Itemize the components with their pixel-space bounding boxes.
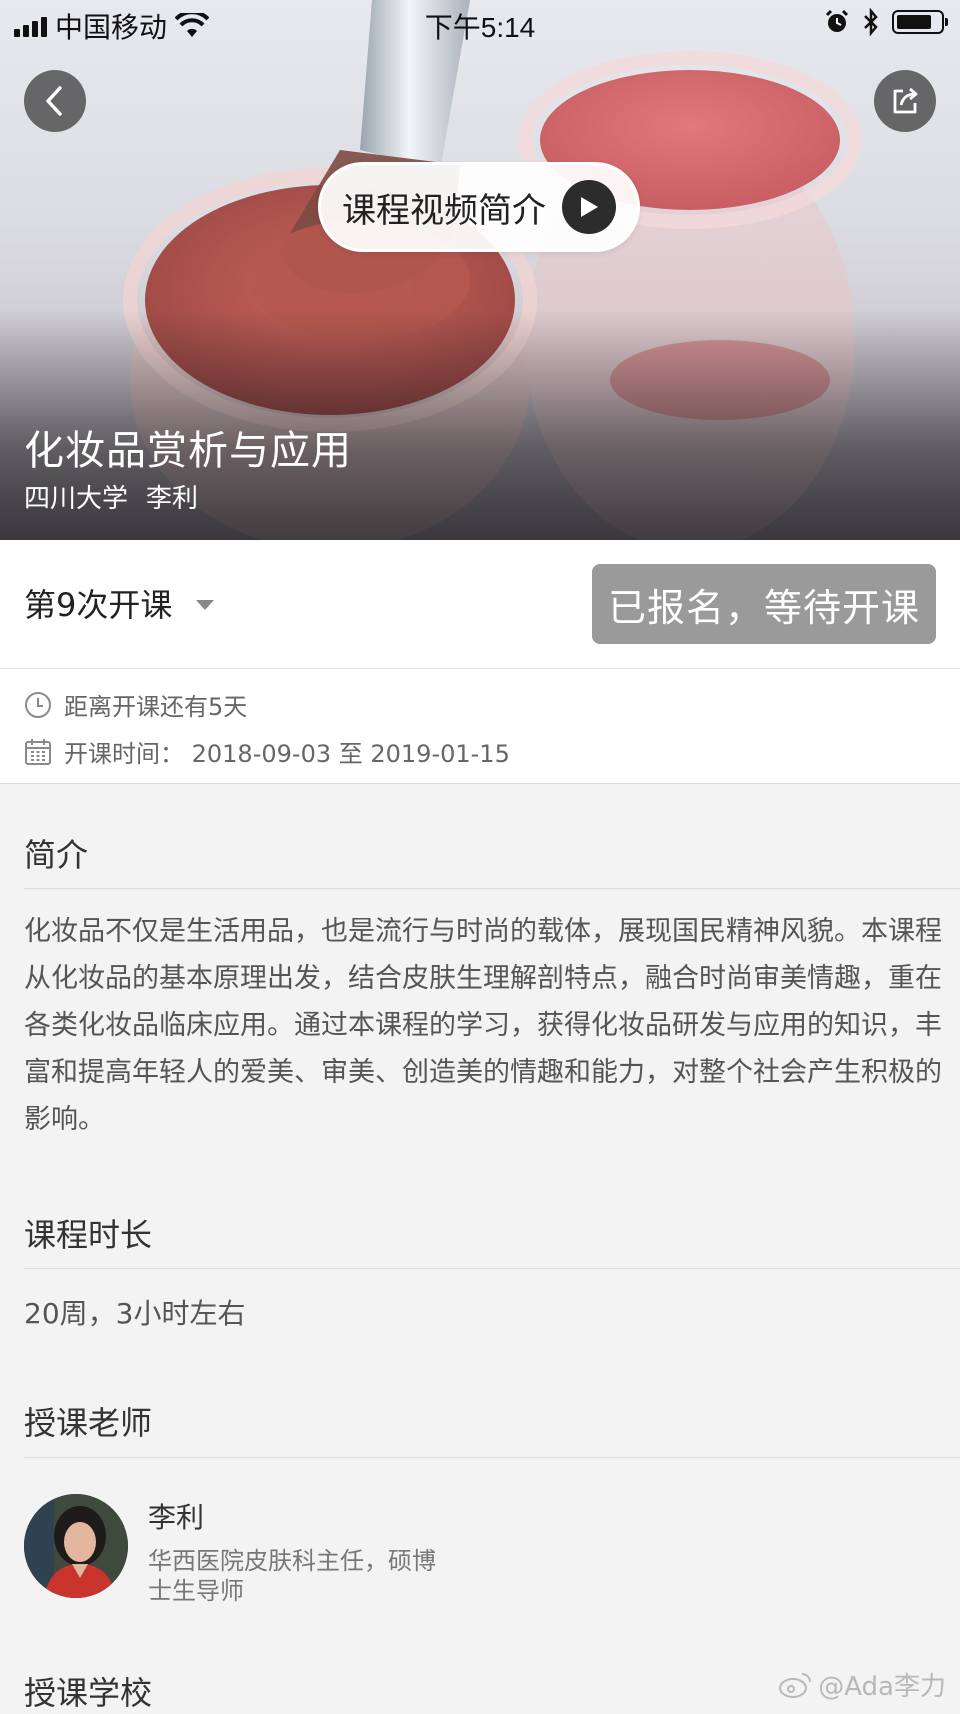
duration-value: 20周，3小时左右 (24, 1297, 246, 1330)
countdown-text: 距离开课还有5天 (64, 693, 248, 721)
calendar-icon (25, 738, 51, 765)
course-hero-banner: 中国移动 下午5:14 课程视频简介 化妆品赏析与应用 四川大学 李利 (0, 0, 960, 540)
enrollment-status-button[interactable]: 已报名，等待开课 (592, 564, 936, 644)
status-bar: 中国移动 下午5:14 (0, 0, 960, 48)
play-icon (562, 180, 616, 234)
alarm-icon (825, 9, 849, 32)
instructor-description-line: 华西医院皮肤科主任，硕博 (148, 1547, 436, 1575)
chevron-left-icon (46, 86, 62, 116)
schedule-row: 开课时间： 2018-09-03 至 2019-01-15 (24, 734, 510, 769)
instructor-name: 李利 (148, 1501, 205, 1534)
course-title: 化妆品赏析与应用 (24, 428, 352, 474)
instructor-description-line: 士生导师 (148, 1577, 244, 1605)
back-button[interactable] (24, 70, 86, 132)
session-dates: 距离开课还有5天 开课时间： 2018-09-03 至 2019-01-15 (0, 669, 960, 784)
clock: 下午5:14 (424, 12, 536, 43)
video-intro-label: 课程视频简介 (342, 190, 546, 231)
teacher-name: 李利 (146, 484, 199, 514)
divider (24, 888, 960, 889)
course-meta: 四川大学 李利 (24, 478, 198, 515)
school-heading: 授课学校 (24, 1674, 153, 1712)
clock-icon (25, 691, 51, 718)
weibo-icon (779, 1672, 812, 1698)
share-icon (893, 87, 918, 114)
battery-icon (892, 10, 948, 34)
avatar (24, 1494, 128, 1598)
intro-heading: 简介 (24, 836, 89, 874)
instructor-description: 华西医院皮肤科主任，硕博 士生导师 (148, 1546, 478, 1606)
duration-heading: 课程时长 (24, 1216, 153, 1254)
divider (24, 1268, 960, 1269)
share-button[interactable] (874, 70, 936, 132)
divider (24, 1457, 960, 1458)
session-selector[interactable]: 第9次开课 (24, 580, 215, 626)
session-label: 第9次开课 (24, 586, 173, 624)
watermark-text: @Ada李力 (818, 1672, 946, 1702)
caret-down-icon (196, 600, 215, 610)
watermark: @Ada李力 (778, 1666, 946, 1703)
countdown-row: 距离开课还有5天 (24, 687, 247, 722)
intro-body: 化妆品不仅是生活用品，也是流行与时尚的载体，展现国民精神风貌。本课程从化妆品的基… (24, 916, 942, 1135)
university-name: 四川大学 (24, 484, 129, 514)
session-bar: 第9次开课 已报名，等待开课 (0, 540, 960, 669)
bluetooth-icon (864, 8, 878, 36)
instructor-card[interactable]: 李利 华西医院皮肤科主任，硕博 士生导师 (24, 1494, 478, 1606)
instructor-heading: 授课老师 (24, 1404, 153, 1442)
course-video-intro-button[interactable]: 课程视频简介 (318, 162, 640, 252)
schedule-text: 开课时间： 2018-09-03 至 2019-01-15 (64, 740, 510, 768)
